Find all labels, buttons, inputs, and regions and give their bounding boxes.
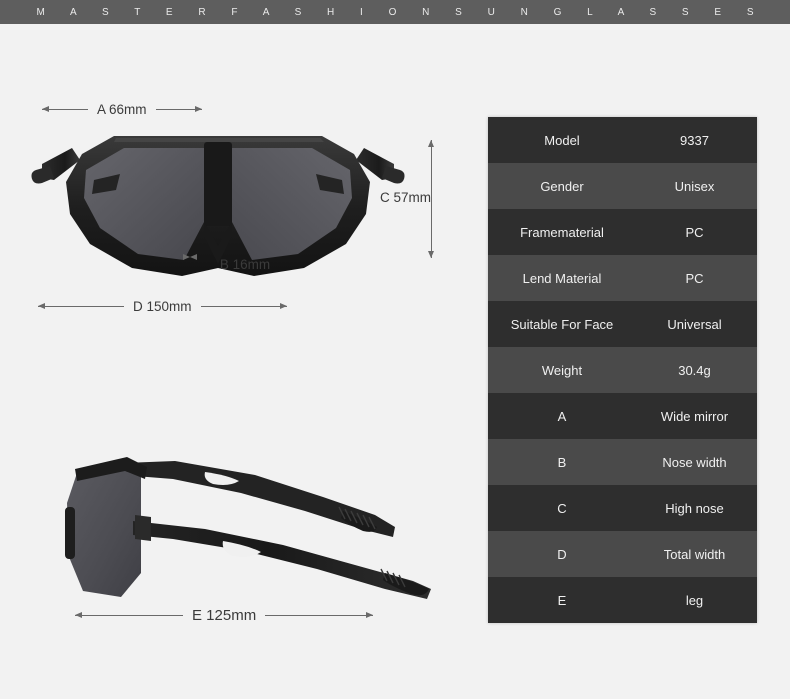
- arrow-right-icon: [200, 303, 287, 310]
- arrow-up-icon: [427, 140, 434, 147]
- table-row: Model 9337: [488, 117, 757, 163]
- arrow-left-icon: [38, 303, 124, 310]
- dimension-d-annotation: D 150mm: [38, 300, 287, 314]
- table-row: Suitable For Face Universal: [488, 301, 757, 347]
- spec-key: Model: [544, 132, 580, 148]
- spec-value: Wide mirror: [660, 408, 729, 424]
- brand-banner: M A S T E R F A S H I O N S U N G L A S …: [0, 0, 790, 24]
- dimension-b-label: B 16mm: [219, 257, 271, 272]
- spec-key: Lend Material: [522, 270, 602, 286]
- spec-value: Unisex: [674, 178, 715, 194]
- dimension-c-label: C 57mm: [380, 190, 432, 205]
- product-spec-page: M A S T E R F A S H I O N S U N G L A S …: [0, 0, 790, 699]
- spec-key: Suitable For Face: [510, 316, 614, 332]
- dimension-e-label: E 125mm: [192, 607, 257, 624]
- spec-key: Weight: [541, 362, 583, 378]
- spec-value: PC: [685, 270, 704, 286]
- arrow-down-icon: [427, 251, 434, 258]
- vertical-measure-line: [431, 140, 432, 258]
- spec-key: D: [557, 546, 567, 562]
- spec-value: 30.4g: [678, 362, 711, 378]
- spec-value: 9337: [680, 132, 709, 148]
- spec-value: High nose: [665, 500, 724, 516]
- spec-value: leg: [685, 592, 704, 608]
- table-row: Weight 30.4g: [488, 347, 757, 393]
- spec-key: Gender: [540, 178, 584, 194]
- spec-key: E: [557, 592, 567, 608]
- spec-key: C: [557, 500, 567, 516]
- table-row: Framematerial PC: [488, 209, 757, 255]
- specification-table: Model 9337 Gender Unisex Framematerial P…: [488, 117, 757, 623]
- dimension-d-label: D 150mm: [133, 299, 192, 314]
- spec-value: PC: [685, 224, 704, 240]
- table-row: Gender Unisex: [488, 163, 757, 209]
- arrow-right-icon: [265, 612, 374, 618]
- dimension-c-annotation: C 57mm: [380, 140, 451, 258]
- table-row: A Wide mirror: [488, 393, 757, 439]
- arrow-left-icon: [42, 106, 88, 113]
- arrow-right-icon: [155, 106, 202, 113]
- dimension-a-label: A 66mm: [97, 102, 147, 117]
- table-row: Lend Material PC: [488, 255, 757, 301]
- dimension-a-annotation: A 66mm: [42, 103, 202, 117]
- sunglasses-side-view-image: [55, 445, 455, 610]
- table-row: D Total width: [488, 531, 757, 577]
- brand-banner-text: M A S T E R F A S H I O N S U N G L A S …: [36, 6, 765, 18]
- table-row: B Nose width: [488, 439, 757, 485]
- table-row: E leg: [488, 577, 757, 623]
- spec-value: Total width: [663, 546, 726, 562]
- spec-key: B: [557, 454, 567, 470]
- spec-key: A: [557, 408, 567, 424]
- dimension-e-annotation: E 125mm: [75, 607, 374, 624]
- spec-value: Nose width: [662, 454, 727, 470]
- spec-value: Universal: [667, 316, 722, 332]
- spec-key: Framematerial: [520, 224, 604, 240]
- arrow-left-icon: [75, 612, 183, 618]
- table-row: C High nose: [488, 485, 757, 531]
- dimension-b-annotation: B 16mm: [190, 257, 300, 272]
